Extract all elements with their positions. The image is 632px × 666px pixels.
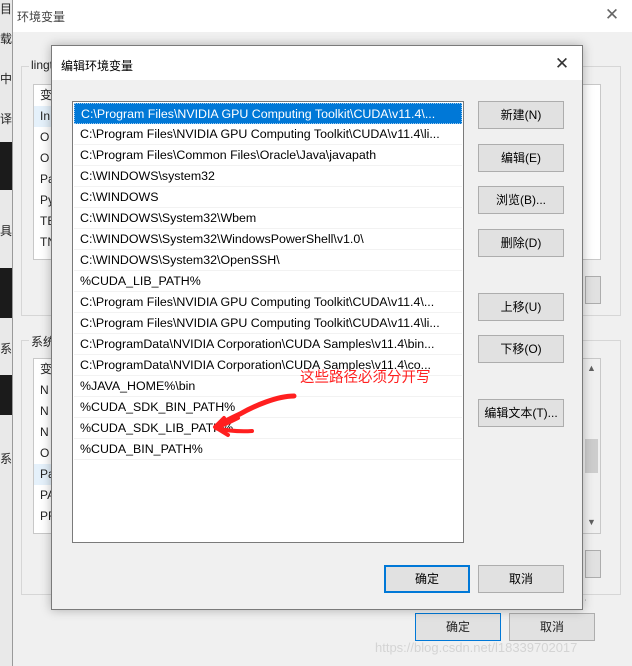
- move-down-button[interactable]: 下移(O): [478, 335, 564, 363]
- dialog-title: 编辑环境变量: [61, 59, 134, 73]
- background-char: 目: [0, 2, 12, 16]
- user-delete-button-edge[interactable]: [585, 276, 601, 304]
- cancel-button[interactable]: 取消: [478, 565, 564, 593]
- background-window-strip: 目 载 中 译 具 系 系: [0, 0, 12, 666]
- dialog-close-button[interactable]: ✕: [550, 53, 574, 75]
- path-list-item[interactable]: C:\WINDOWS\System32\WindowsPowerShell\v1…: [74, 229, 462, 250]
- background-char: 系: [0, 452, 12, 466]
- new-button[interactable]: 新建(N): [478, 101, 564, 129]
- path-list-item[interactable]: C:\Program Files\NVIDIA GPU Computing To…: [74, 103, 462, 124]
- path-list-item[interactable]: C:\Program Files\NVIDIA GPU Computing To…: [74, 313, 462, 334]
- path-list-item[interactable]: %CUDA_LIB_PATH%: [74, 271, 462, 292]
- parent-close-button[interactable]: ✕: [601, 4, 623, 26]
- path-list-item[interactable]: C:\Program Files\NVIDIA GPU Computing To…: [74, 124, 462, 145]
- background-terminal-dark: [0, 268, 12, 318]
- path-list[interactable]: C:\Program Files\NVIDIA GPU Computing To…: [72, 101, 464, 543]
- background-char: 系: [0, 342, 12, 356]
- scroll-down-arrow-icon[interactable]: ▼: [583, 517, 600, 527]
- path-list-item[interactable]: C:\ProgramData\NVIDIA Corporation\CUDA S…: [74, 334, 462, 355]
- background-char: 具: [0, 224, 12, 238]
- system-variables-list-edge: ▲ ▼: [583, 358, 601, 534]
- edit-button[interactable]: 编辑(E): [478, 144, 564, 172]
- edit-environment-variable-dialog: 编辑环境变量 ✕ C:\Program Files\NVIDIA GPU Com…: [51, 45, 583, 610]
- watermark-text: https://blog.csdn.net/l18339702017: [375, 640, 578, 655]
- path-list-item[interactable]: %CUDA_SDK_BIN_PATH%: [74, 397, 462, 418]
- parent-cancel-button[interactable]: 取消: [509, 613, 595, 641]
- parent-dialog-title: 环境变量: [17, 10, 66, 24]
- path-list-item[interactable]: C:\WINDOWS\System32\OpenSSH\: [74, 250, 462, 271]
- scroll-up-arrow-icon[interactable]: ▲: [583, 363, 600, 373]
- red-annotation-text: 这些路径必须分开写: [300, 370, 431, 386]
- background-char: 载: [0, 32, 12, 46]
- path-list-item[interactable]: C:\Program Files\NVIDIA GPU Computing To…: [74, 292, 462, 313]
- path-list-item[interactable]: C:\Program Files\Common Files\Oracle\Jav…: [74, 145, 462, 166]
- path-list-item[interactable]: C:\WINDOWS\System32\Wbem: [74, 208, 462, 229]
- user-variables-list-edge: [583, 84, 601, 260]
- path-list-item[interactable]: %CUDA_BIN_PATH%: [74, 439, 462, 460]
- edit-text-button[interactable]: 编辑文本(T)...: [478, 399, 564, 427]
- background-char: 中: [0, 72, 12, 86]
- delete-button[interactable]: 删除(D): [478, 229, 564, 257]
- move-up-button[interactable]: 上移(U): [478, 293, 564, 321]
- background-char: 译: [0, 112, 12, 126]
- path-list-item[interactable]: %CUDA_SDK_LIB_PATH%: [74, 418, 462, 439]
- dialog-title-bar: 编辑环境变量 ✕: [52, 46, 582, 80]
- background-terminal-dark: [0, 142, 12, 190]
- browse-button[interactable]: 浏览(B)...: [478, 186, 564, 214]
- parent-title-bar: 环境变量 ✕: [13, 0, 632, 32]
- system-delete-button-edge[interactable]: [585, 550, 601, 578]
- path-list-item[interactable]: C:\WINDOWS: [74, 187, 462, 208]
- scrollbar-thumb[interactable]: [585, 439, 598, 473]
- path-list-item[interactable]: C:\WINDOWS\system32: [74, 166, 462, 187]
- parent-ok-button[interactable]: 确定: [415, 613, 501, 641]
- system-list-scrollbar[interactable]: ▲ ▼: [583, 359, 600, 533]
- background-terminal-dark: [0, 375, 12, 415]
- ok-button[interactable]: 确定: [384, 565, 470, 593]
